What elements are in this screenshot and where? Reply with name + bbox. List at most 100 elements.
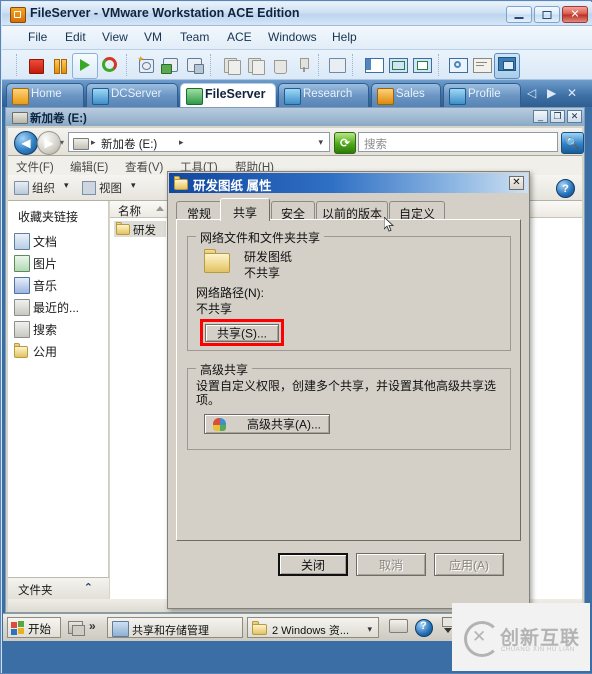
dialog-close-button[interactable]: ✕ <box>509 176 524 190</box>
list-item-label: 研发 <box>133 225 156 237</box>
start-button[interactable]: 开始 <box>7 617 61 638</box>
menu-ace[interactable]: ACE <box>227 30 252 44</box>
tab-next-button[interactable]: ▶ <box>547 86 556 100</box>
chevron-down-icon[interactable]: ▾ <box>64 180 69 191</box>
share-button[interactable]: 共享(S)... <box>205 324 279 342</box>
sidebar-item-pictures[interactable]: 图片 <box>14 253 106 272</box>
fullscreen-icon[interactable] <box>388 55 408 75</box>
nav-history-dropdown[interactable]: ▾ <box>60 138 64 147</box>
vm-tab-sales[interactable]: Sales <box>371 83 441 107</box>
vm-tab-dcserver[interactable]: DCServer <box>86 83 178 107</box>
advanced-sharing-button[interactable]: 高级共享(A)... <box>204 414 330 434</box>
watermark: ✕ 创新互联 CHUANG XIN HU LIAN <box>452 603 590 671</box>
play-icon[interactable] <box>72 53 98 79</box>
taskbar-overflow-chevron[interactable]: » <box>89 619 96 633</box>
advanced-share-group: 高级共享 设置自定义权限，创建多个共享，并设置其他高级共享选 项。 高级共享(A… <box>187 361 511 450</box>
snapshot-revert-icon[interactable] <box>160 55 180 75</box>
advanced-share-desc-1: 设置自定义权限，创建多个共享，并设置其他高级共享选 <box>196 379 497 393</box>
pause-icon[interactable] <box>50 55 70 75</box>
sidebar-item-music[interactable]: 音乐 <box>14 275 106 294</box>
sidebar-item-label: 图片 <box>33 257 58 271</box>
refresh-button[interactable]: ⟳ <box>334 132 356 154</box>
vm-tab-research[interactable]: Research <box>278 83 369 107</box>
chevron-right-icon[interactable]: ▸ <box>91 137 96 148</box>
explorer-menu-view[interactable]: 查看(V) <box>125 159 163 175</box>
sidebar-item-recent-places[interactable]: 最近的... <box>14 297 106 316</box>
snapshot-take-icon[interactable]: ✦ <box>136 55 156 75</box>
tab-previous-versions[interactable]: 以前的版本 <box>316 201 388 221</box>
tab-customize[interactable]: 自定义 <box>389 201 445 221</box>
tab-close-button[interactable]: ✕ <box>567 86 577 100</box>
address-bar[interactable]: ▸ 新加卷 (E:) ▸ ▾ <box>68 132 330 152</box>
advanced-sharing-button-label: 高级共享(A)... <box>247 417 321 432</box>
chevron-right-icon-2[interactable]: ▸ <box>179 137 184 148</box>
menu-file[interactable]: File <box>28 30 47 44</box>
advanced-share-group-title: 高级共享 <box>196 361 253 378</box>
menu-vm[interactable]: VM <box>144 30 162 44</box>
explorer-sidebar: 收藏夹链接 文档 图片 音乐 最近的... 搜索 公用 <box>8 201 109 577</box>
menu-team[interactable]: Team <box>180 30 209 44</box>
send-ctrl-alt-del-icon[interactable] <box>327 55 347 75</box>
menu-help[interactable]: Help <box>332 30 357 44</box>
views-button[interactable]: 视图 <box>99 180 122 196</box>
home-icon <box>12 88 29 105</box>
organize-button[interactable]: 组织 <box>32 180 55 196</box>
minimize-button[interactable] <box>506 6 532 23</box>
list-item[interactable]: 研发 <box>114 221 166 237</box>
vm-tab-home[interactable]: Home <box>6 83 84 107</box>
explorer-minimize-button[interactable]: _ <box>533 110 548 123</box>
vm-tab-label: FileServer <box>205 87 266 101</box>
search-input[interactable]: 搜索 <box>358 132 558 152</box>
column-header-name[interactable]: 名称 <box>118 203 141 219</box>
vm-icon <box>449 88 466 105</box>
sidebar-item-public[interactable]: 公用 <box>14 341 106 360</box>
menu-view[interactable]: View <box>102 30 128 44</box>
address-dropdown-icon[interactable]: ▾ <box>318 137 323 148</box>
stop-icon[interactable] <box>26 55 46 75</box>
taskbar-button-label: 2 Windows 资... <box>272 625 350 637</box>
vm-tab-profile[interactable]: Profile <box>443 83 521 107</box>
taskbar-button-share-storage[interactable]: 共享和存储管理 <box>107 617 243 638</box>
maximize-button[interactable] <box>534 6 560 23</box>
folders-pane-toggle[interactable]: 文件夹 ⌃ <box>8 577 109 599</box>
explorer-close-button[interactable]: ✕ <box>567 110 582 123</box>
apply-button: 应用(A) <box>434 553 504 576</box>
address-segment[interactable]: 新加卷 (E:) <box>101 136 157 152</box>
network-path-value: 不共享 <box>196 302 233 316</box>
forward-icon: ▶ <box>44 136 54 150</box>
explorer-restore-button[interactable]: ❐ <box>550 110 565 123</box>
folder-icon <box>174 176 188 190</box>
explorer-menu-edit[interactable]: 编辑(E) <box>70 159 108 175</box>
taskbar-button-explorer-group[interactable]: 2 Windows 资... ▾ <box>247 617 379 638</box>
settings-icon[interactable] <box>448 55 468 75</box>
reset-icon[interactable] <box>100 55 120 75</box>
tab-general[interactable]: 常规 <box>176 201 222 221</box>
explorer-menu-file[interactable]: 文件(F) <box>16 159 54 175</box>
vm-icon-suspended <box>377 88 394 105</box>
menu-windows[interactable]: Windows <box>268 30 317 44</box>
sidebar-item-searches[interactable]: 搜索 <box>14 319 106 338</box>
back-button[interactable]: ◀ <box>14 131 38 155</box>
menu-edit[interactable]: Edit <box>65 30 86 44</box>
close-dialog-button[interactable]: 关闭 <box>278 553 348 576</box>
explorer-title: 新加卷 (E:) <box>30 113 87 125</box>
forward-button[interactable]: ▶ <box>37 131 61 155</box>
search-button[interactable]: 🔍 <box>561 132 584 154</box>
snapshot-manager-icon[interactable] <box>184 55 204 75</box>
folders-label: 文件夹 <box>18 585 53 597</box>
show-desktop-icon[interactable] <box>67 619 85 636</box>
tab-sharing[interactable]: 共享 <box>220 198 270 221</box>
sidebar-item-documents[interactable]: 文档 <box>14 231 106 250</box>
back-icon: ◀ <box>21 136 31 150</box>
summary-icon[interactable] <box>472 55 492 75</box>
close-button[interactable]: ✕ <box>562 6 588 23</box>
tab-prev-button[interactable]: ◁ <box>527 86 536 100</box>
chevron-down-icon[interactable]: ▾ <box>367 624 372 635</box>
chevron-down-icon-2[interactable]: ▾ <box>131 180 136 191</box>
console-icon[interactable] <box>494 53 520 79</box>
tab-security[interactable]: 安全 <box>271 201 315 221</box>
quick-switch-icon[interactable] <box>412 55 432 75</box>
vm-tab-fileserver[interactable]: FileServer <box>180 83 276 107</box>
help-button[interactable]: ? <box>556 179 575 198</box>
sidebar-toggle-icon[interactable] <box>364 55 384 75</box>
